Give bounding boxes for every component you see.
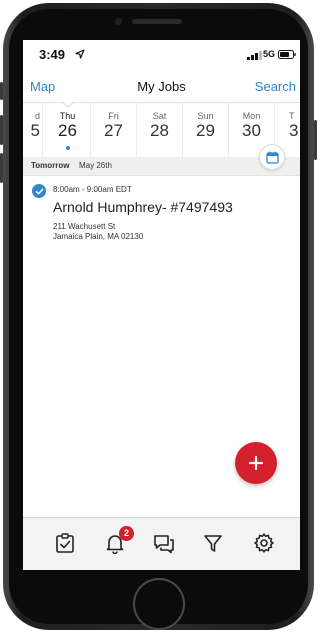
day-number: 27 <box>104 121 123 140</box>
job-address-line2: Jamaica Plain, MA 02130 <box>53 232 144 241</box>
status-bar: 3:49 5G <box>23 40 300 72</box>
section-label-date: May 26th <box>79 161 112 170</box>
calendar-icon <box>265 151 279 164</box>
messages-icon[interactable] <box>153 532 175 554</box>
notification-badge: 2 <box>119 526 134 541</box>
side-button-silent <box>0 82 3 100</box>
side-button-power <box>314 120 317 160</box>
day-name: Sun <box>197 111 214 121</box>
day-name: Sat <box>152 111 167 121</box>
location-arrow-icon <box>75 49 85 59</box>
day-name: Thu <box>59 111 76 121</box>
side-button-volume-up <box>0 115 3 145</box>
search-link[interactable]: Search <box>255 79 296 94</box>
section-label-bold: Tomorrow <box>31 161 70 170</box>
date-cell-prev[interactable]: d 5 <box>23 103 43 157</box>
network-type: 5G <box>263 49 276 59</box>
day-number: 29 <box>196 121 215 140</box>
has-jobs-dot <box>66 146 70 150</box>
app-screen: 3:49 5G Map My Jobs Search d 5 Thu 26 Fr… <box>23 40 300 570</box>
day-number: 5 <box>30 121 40 140</box>
filter-icon[interactable] <box>202 532 224 554</box>
date-cell-thu-26[interactable]: Thu 26 <box>45 101 91 157</box>
battery-icon <box>278 50 296 59</box>
completed-check-icon <box>32 184 46 198</box>
jobs-clipboard-icon[interactable] <box>54 532 76 554</box>
job-list-item[interactable]: 8:00am - 9:00am EDT Arnold Humphrey- #74… <box>23 176 300 256</box>
day-number: 30 <box>242 121 261 140</box>
settings-gear-icon[interactable] <box>253 532 275 554</box>
add-job-button[interactable] <box>235 442 277 484</box>
status-time: 3:49 <box>39 47 66 62</box>
navigation-bar: Map My Jobs Search <box>23 72 300 102</box>
bottom-tab-bar: 2 <box>23 517 300 570</box>
earpiece-speaker <box>132 19 182 24</box>
job-title: Arnold Humphrey- #7497493 <box>53 199 233 215</box>
cellular-signal-icon <box>247 51 262 60</box>
day-number: 28 <box>150 121 169 140</box>
calendar-button[interactable] <box>259 144 285 170</box>
day-name: d <box>34 111 40 121</box>
date-cell-sat-28[interactable]: Sat 28 <box>137 103 183 157</box>
day-name: Mon <box>242 111 261 121</box>
selected-caret <box>61 101 75 108</box>
front-camera <box>115 18 122 25</box>
date-cell-fri-27[interactable]: Fri 27 <box>91 103 137 157</box>
home-button[interactable] <box>133 578 185 630</box>
day-number: 3 <box>289 121 299 140</box>
date-cell-sun-29[interactable]: Sun 29 <box>183 103 229 157</box>
day-name: T <box>289 111 295 121</box>
date-strip: d 5 Thu 26 Fri 27 Sat 28 Sun 29 Mon 30 T… <box>23 101 300 159</box>
job-address-line1: 211 Wachusett St <box>53 222 116 231</box>
day-name: Fri <box>108 111 119 121</box>
job-time: 8:00am - 9:00am EDT <box>53 185 132 194</box>
plus-icon <box>248 455 264 471</box>
side-button-volume-down <box>0 153 3 183</box>
day-number: 26 <box>58 121 77 140</box>
